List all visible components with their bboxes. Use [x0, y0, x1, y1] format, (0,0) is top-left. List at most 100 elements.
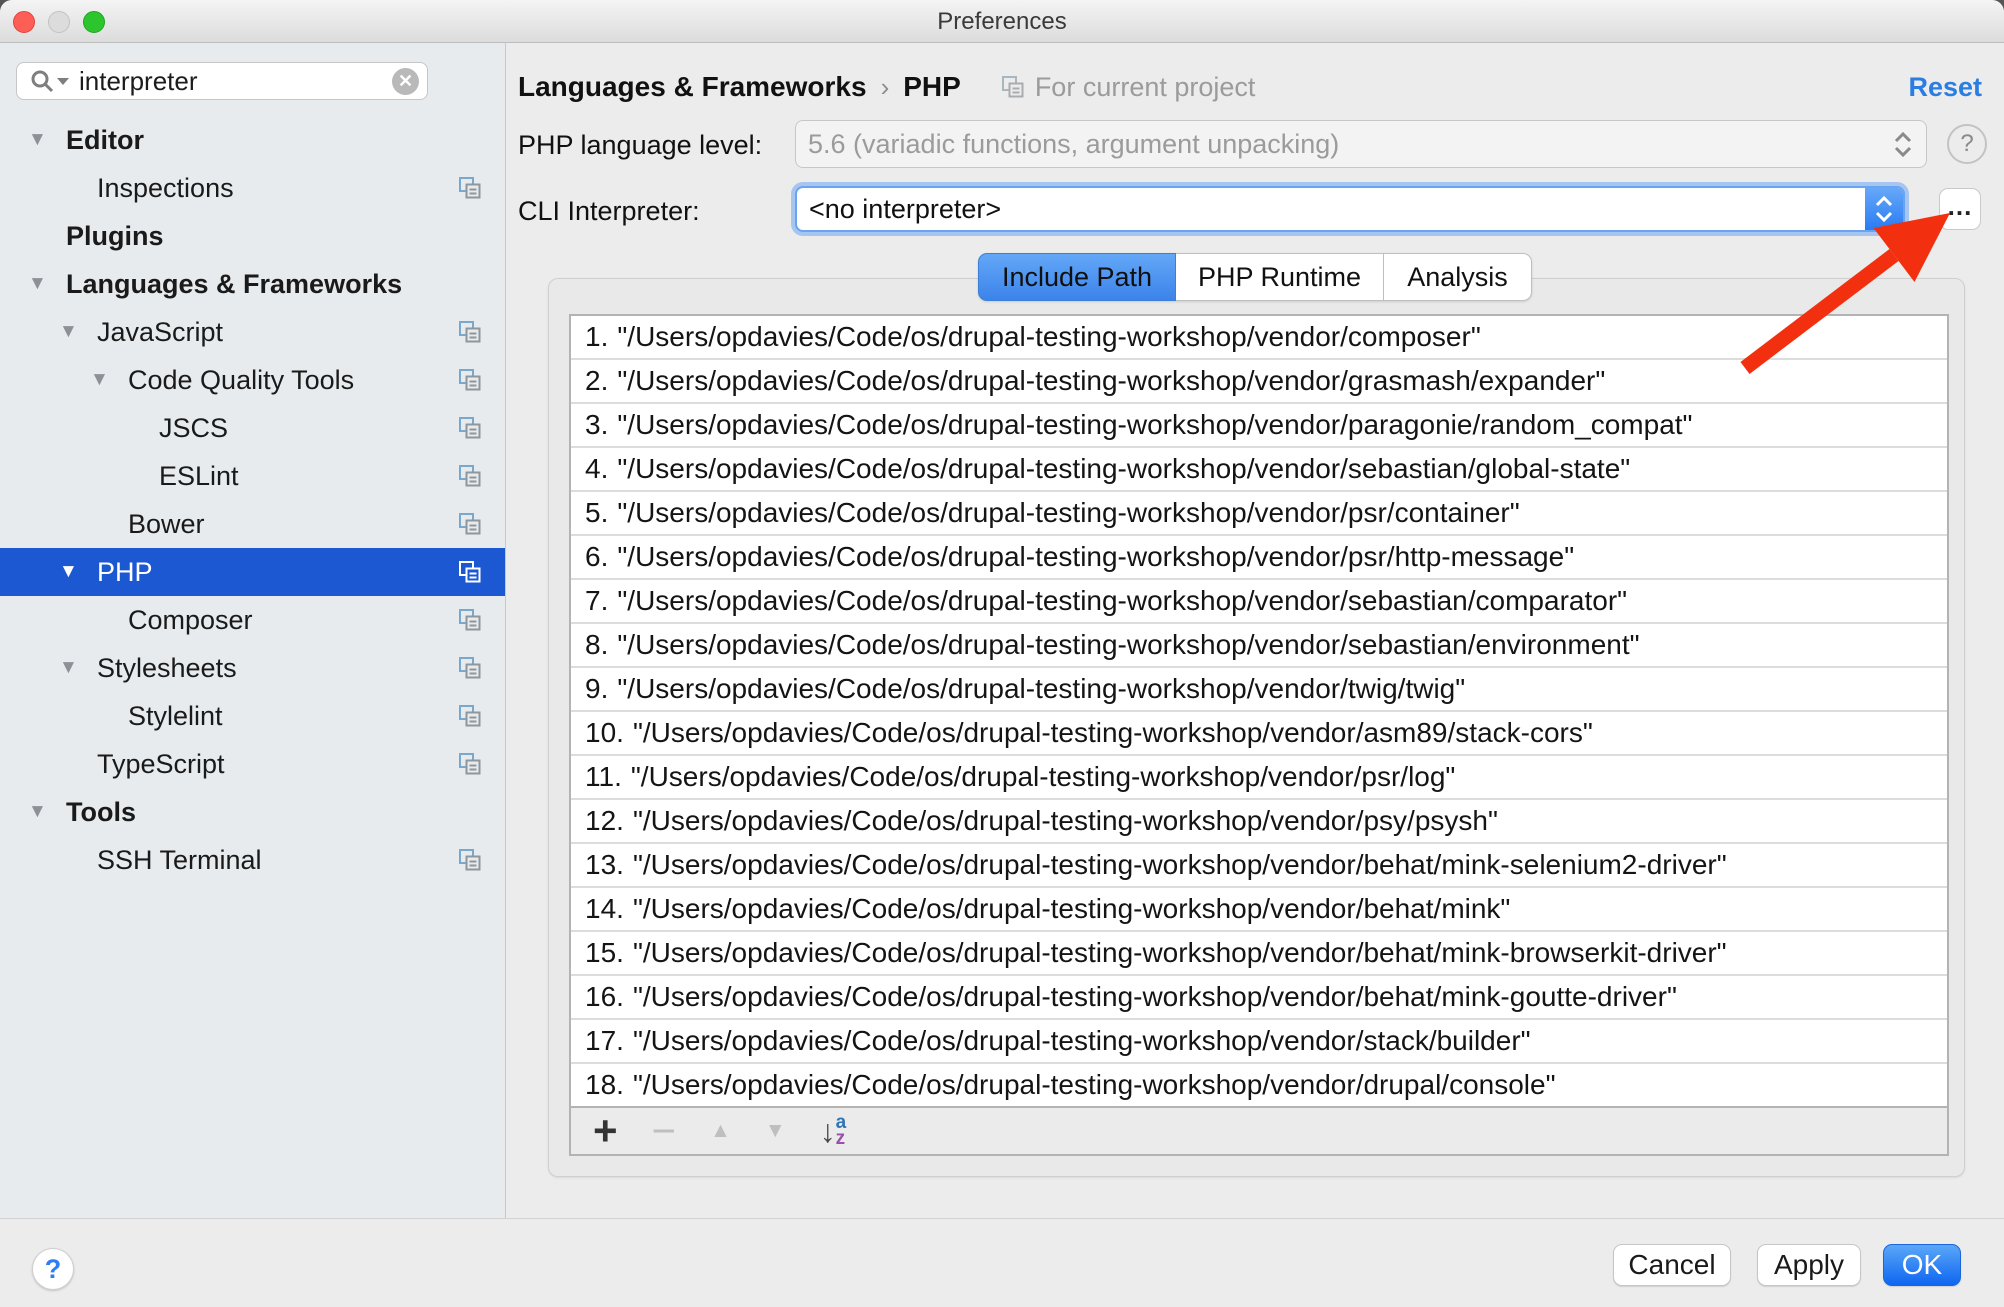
- current-project-pages-icon: [458, 512, 482, 536]
- sidebar-item-label: Editor: [66, 125, 144, 156]
- path-number: 17.: [585, 1025, 624, 1056]
- language-level-help-icon[interactable]: ?: [1947, 124, 1987, 164]
- add-path-icon[interactable]: +: [593, 1111, 618, 1151]
- current-project-pages-icon: [458, 848, 482, 872]
- ok-button[interactable]: OK: [1883, 1244, 1961, 1286]
- path-value: "/Users/opdavies/Code/os/drupal-testing-…: [633, 937, 1727, 968]
- current-project-pages-icon: [458, 608, 482, 632]
- disclosure-triangle-icon[interactable]: ▼: [59, 561, 97, 583]
- sidebar-item-editor[interactable]: ▼ Editor: [0, 116, 505, 164]
- sidebar-item-tools[interactable]: ▼ Tools: [0, 788, 505, 836]
- disclosure-triangle-icon[interactable]: ▼: [90, 369, 128, 391]
- path-value: "/Users/opdavies/Code/os/drupal-testing-…: [633, 981, 1677, 1012]
- disclosure-triangle-icon[interactable]: ▼: [28, 801, 66, 823]
- sidebar-item-typescript[interactable]: ▼ TypeScript: [0, 740, 505, 788]
- settings-tree: ▼ Editor ▼ Inspections ▼ Plugins ▼: [0, 116, 505, 884]
- path-value: "/Users/opdavies/Code/os/drupal-testing-…: [631, 761, 1456, 792]
- sidebar-item-label: Composer: [128, 605, 253, 636]
- help-button[interactable]: ?: [32, 1248, 74, 1290]
- path-number: 16.: [585, 981, 624, 1012]
- sidebar-item-ssh-terminal[interactable]: ▼ SSH Terminal: [0, 836, 505, 884]
- move-up-icon[interactable]: ▲: [710, 1119, 731, 1143]
- include-path-row[interactable]: 1."/Users/opdavies/Code/os/drupal-testin…: [571, 316, 1947, 360]
- move-down-icon[interactable]: ▼: [765, 1119, 786, 1143]
- combo-stepper-icon[interactable]: [1865, 188, 1903, 230]
- apply-button[interactable]: Apply: [1757, 1244, 1861, 1286]
- sidebar-item-plugins[interactable]: ▼ Plugins: [0, 212, 505, 260]
- tab-label: Analysis: [1407, 262, 1508, 293]
- cancel-button[interactable]: Cancel: [1613, 1244, 1731, 1286]
- path-number: 1.: [585, 321, 608, 352]
- breadcrumb-parent[interactable]: Languages & Frameworks: [518, 71, 867, 103]
- tab-analysis[interactable]: Analysis: [1384, 253, 1532, 301]
- path-number: 11.: [585, 761, 622, 792]
- path-value: "/Users/opdavies/Code/os/drupal-testing-…: [633, 1025, 1531, 1056]
- cli-interpreter-select[interactable]: <no interpreter>: [795, 186, 1905, 232]
- sidebar-item-label: Tools: [66, 797, 136, 828]
- tab-php-runtime[interactable]: PHP Runtime: [1176, 253, 1384, 301]
- disclosure-triangle-icon[interactable]: ▼: [28, 273, 66, 295]
- sidebar-item-code-quality-tools[interactable]: ▼ Code Quality Tools: [0, 356, 505, 404]
- sidebar-item-stylesheets[interactable]: ▼ Stylesheets: [0, 644, 505, 692]
- include-path-list-frame: 1. "/Users/opdavies/Code/os/drupal-testin…: [569, 314, 1949, 1156]
- include-path-row[interactable]: 15."/Users/opdavies/Code/os/drupal-testi…: [571, 932, 1947, 976]
- disclosure-triangle-icon[interactable]: ▼: [59, 321, 97, 343]
- path-value: "/Users/opdavies/Code/os/drupal-testing-…: [633, 893, 1510, 924]
- include-path-row[interactable]: 12."/Users/opdavies/Code/os/drupal-testi…: [571, 800, 1947, 844]
- disclosure-triangle-icon[interactable]: ▼: [28, 129, 66, 151]
- sidebar-item-jscs[interactable]: ▼ JSCS: [0, 404, 505, 452]
- include-path-row[interactable]: 2."/Users/opdavies/Code/os/drupal-testin…: [571, 360, 1947, 404]
- include-path-row[interactable]: 17. "/Users/opdavies/Code/os/drupal-testi…: [571, 1020, 1947, 1064]
- sidebar-item-inspections[interactable]: ▼ Inspections: [0, 164, 505, 212]
- include-path-row[interactable]: 5."/Users/opdavies/Code/os/drupal-testin…: [571, 492, 1947, 536]
- remove-path-icon[interactable]: −: [652, 1111, 677, 1151]
- sidebar-item-composer[interactable]: ▼ Composer: [0, 596, 505, 644]
- cli-interpreter-browse-button[interactable]: ...: [1939, 188, 1981, 230]
- title-bar: Preferences: [0, 0, 2004, 43]
- path-number: 2.: [585, 365, 608, 396]
- language-level-label: PHP language level:: [518, 130, 762, 161]
- scope-label: For current project: [1035, 72, 1256, 103]
- path-number: 12.: [585, 805, 624, 836]
- include-path-row[interactable]: 3."/Users/opdavies/Code/os/drupal-testin…: [571, 404, 1947, 448]
- cli-interpreter-label: CLI Interpreter:: [518, 196, 700, 227]
- sidebar-item-php[interactable]: ▼ PHP: [0, 548, 505, 596]
- sidebar-item-label: ESLint: [159, 461, 239, 492]
- sidebar-item-languages-frameworks[interactable]: ▼ Languages & Frameworks: [0, 260, 505, 308]
- path-number: 8.: [585, 629, 608, 660]
- include-path-row[interactable]: 11. "/Users/opdavies/Code/os/drupal-testi…: [571, 756, 1947, 800]
- include-path-row[interactable]: 16. "/Users/opdavies/Code/os/drupal-testi…: [571, 976, 1947, 1020]
- sidebar-item-stylelint[interactable]: ▼ Stylelint: [0, 692, 505, 740]
- disclosure-triangle-icon[interactable]: ▼: [59, 657, 97, 679]
- include-path-row[interactable]: 9."/Users/opdavies/Code/os/drupal-testin…: [571, 668, 1947, 712]
- reset-link[interactable]: Reset: [1908, 72, 1982, 103]
- sidebar-item-eslint[interactable]: ▼ ESLint: [0, 452, 505, 500]
- tab-include-path[interactable]: Include Path: [978, 253, 1176, 301]
- settings-search-field[interactable]: ✕: [16, 62, 428, 100]
- language-level-value: 5.6 (variadic functions, argument unpack…: [808, 129, 1339, 160]
- path-number: 18.: [585, 1069, 624, 1100]
- sidebar-item-label: Plugins: [66, 221, 164, 252]
- include-path-row[interactable]: 4."/Users/opdavies/Code/os/drupal-testin…: [571, 448, 1947, 492]
- clear-search-icon[interactable]: ✕: [392, 68, 419, 95]
- include-path-row[interactable]: 13."/Users/opdavies/Code/os/drupal-testi…: [571, 844, 1947, 888]
- search-options-caret-icon[interactable]: [57, 78, 69, 85]
- include-path-row[interactable]: 8. "/Users/opdavies/Code/os/drupal-testin…: [571, 624, 1947, 668]
- sidebar-item-label: Stylesheets: [97, 653, 237, 684]
- footer-bar: ? Cancel Apply OK: [0, 1218, 2004, 1307]
- breadcrumb-separator-icon: ›: [881, 72, 890, 103]
- sidebar-item-bower[interactable]: ▼ Bower: [0, 500, 505, 548]
- search-input[interactable]: [77, 65, 392, 98]
- path-value: "/Users/opdavies/Code/os/drupal-testing-…: [617, 629, 1639, 660]
- include-path-row[interactable]: 6."/Users/opdavies/Code/os/drupal-testin…: [571, 536, 1947, 580]
- language-level-select[interactable]: 5.6 (variadic functions, argument unpack…: [795, 120, 1927, 168]
- include-path-row[interactable]: 18."/Users/opdavies/Code/os/drupal-testi…: [571, 1064, 1947, 1106]
- current-project-pages-icon: [458, 704, 482, 728]
- include-path-row[interactable]: 14."/Users/opdavies/Code/os/drupal-testi…: [571, 888, 1947, 932]
- sort-alpha-icon[interactable]: ↓ a z: [820, 1113, 847, 1150]
- include-path-row[interactable]: 10."/Users/opdavies/Code/os/drupal-testi…: [571, 712, 1947, 756]
- include-path-row[interactable]: 7."/Users/opdavies/Code/os/drupal-testin…: [571, 580, 1947, 624]
- sidebar-item-javascript[interactable]: ▼ JavaScript: [0, 308, 505, 356]
- breadcrumb-current: PHP: [903, 71, 961, 103]
- path-number: 10.: [585, 717, 624, 748]
